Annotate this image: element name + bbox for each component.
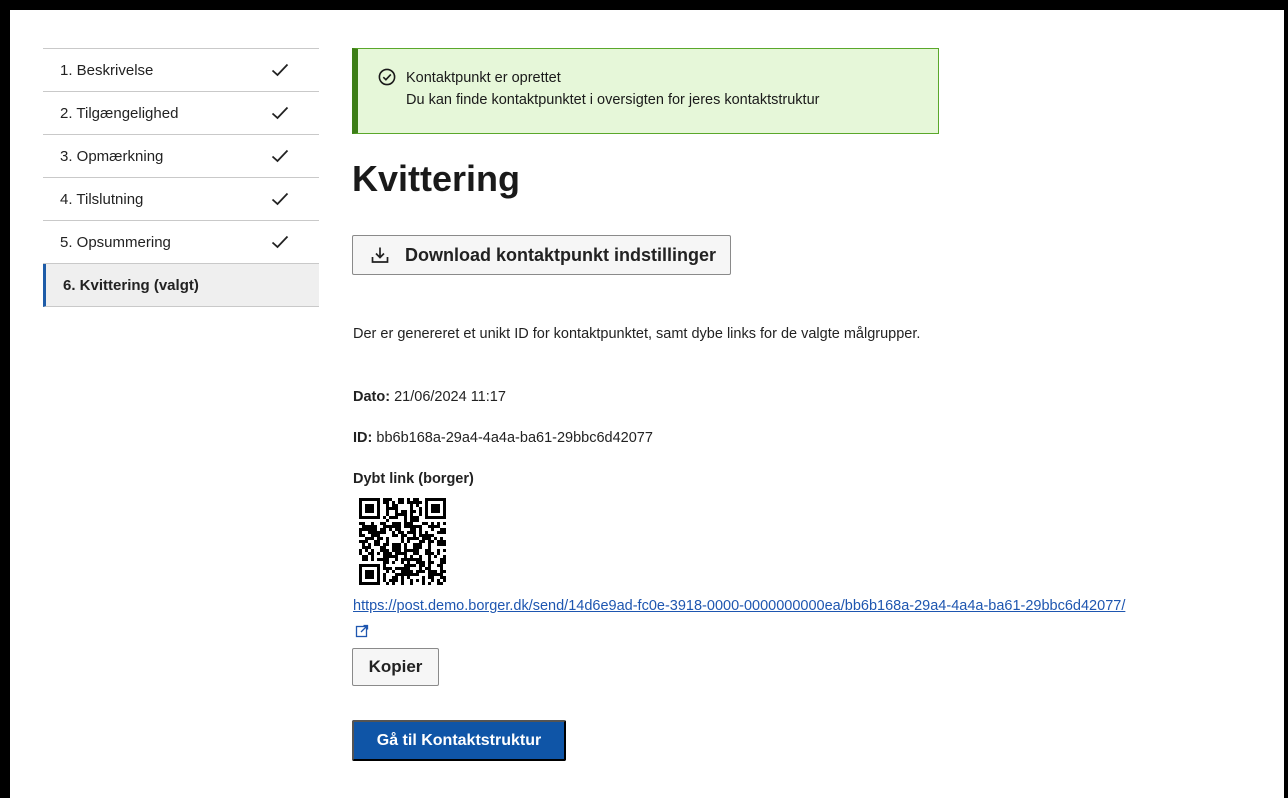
page-title: Kvittering [352, 158, 521, 199]
download-button-label: Download kontaktpunkt indstillinger [405, 244, 717, 265]
step-opmaerkning[interactable]: 3. Opmærkning [43, 135, 319, 178]
date-row: Dato: 21/06/2024 11:17 [353, 389, 506, 405]
deeplink-url[interactable]: https://post.demo.borger.dk/send/14d6e9a… [353, 598, 1125, 614]
alert-title: Kontaktpunkt er oprettet [406, 70, 561, 86]
checkmark-icon [271, 149, 289, 163]
check-circle-icon [378, 68, 396, 86]
checkmark-icon [271, 63, 289, 77]
step-tilgaengelighed[interactable]: 2. Tilgængelighed [43, 92, 319, 135]
checkmark-icon [271, 106, 289, 120]
step-kvittering-active[interactable]: 6. Kvittering (valgt) [43, 264, 319, 307]
date-value: 21/06/2024 11:17 [394, 389, 506, 405]
success-alert: Kontaktpunkt er oprettet Du kan finde ko… [352, 48, 939, 134]
step-label: 5. Opsummering [60, 233, 171, 251]
date-label: Dato: [353, 389, 391, 405]
id-value: bb6b168a-29a4-4a4a-ba61-29bbc6d42077 [376, 430, 653, 446]
step-label: 4. Tilslutning [60, 190, 144, 208]
download-icon [371, 247, 389, 263]
copy-button[interactable]: Kopier [352, 648, 439, 686]
go-to-contact-structure-button[interactable]: Gå til Kontaktstruktur [352, 720, 566, 761]
download-settings-button[interactable]: Download kontaktpunkt indstillinger [352, 235, 731, 275]
step-label: 2. Tilgængelighed [60, 104, 179, 122]
deeplink-heading: Dybt link (borger) [353, 471, 474, 487]
step-label: 1. Beskrivelse [60, 61, 154, 79]
alert-message: Du kan finde kontaktpunktet i oversigten… [406, 92, 820, 108]
description-text: Der er genereret et unikt ID for kontakt… [353, 326, 921, 342]
qr-code-image [359, 498, 446, 585]
step-navigation: 1. Beskrivelse 2. Tilgængelighed 3. Opmæ… [43, 48, 319, 307]
step-opsummering[interactable]: 5. Opsummering [43, 221, 319, 264]
checkmark-icon [271, 235, 289, 249]
checkmark-icon [271, 192, 289, 206]
external-link-icon[interactable] [355, 624, 369, 638]
id-row: ID: bb6b168a-29a4-4a4a-ba61-29bbc6d42077 [353, 430, 653, 446]
step-tilslutning[interactable]: 4. Tilslutning [43, 178, 319, 221]
step-beskrivelse[interactable]: 1. Beskrivelse [43, 49, 319, 92]
step-label: 3. Opmærkning [60, 147, 164, 165]
step-label: 6. Kvittering (valgt) [63, 276, 199, 294]
id-label: ID: [353, 430, 373, 446]
